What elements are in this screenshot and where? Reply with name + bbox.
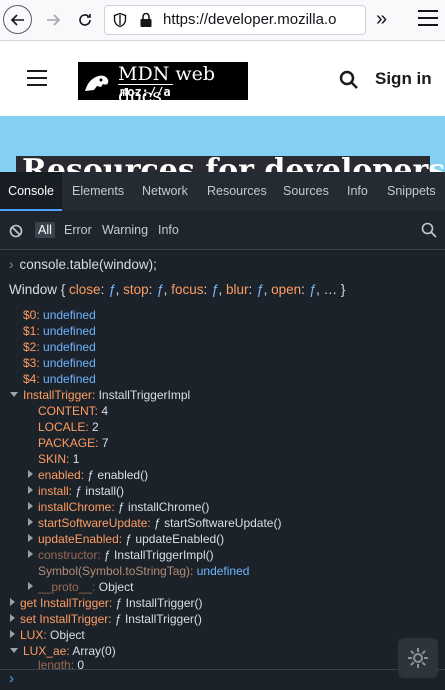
- prompt-caret-icon: ›: [9, 257, 14, 272]
- tree-node-getter[interactable]: get InstallTrigger: ƒ InstallTrigger(): [10, 596, 203, 610]
- filter-error[interactable]: Error: [61, 222, 95, 238]
- expand-triangle-icon[interactable]: [28, 582, 33, 590]
- tab-elements[interactable]: Elements: [72, 172, 124, 211]
- input-chevron-icon: ›: [9, 670, 14, 687]
- logo-sub: moz://a: [118, 84, 173, 99]
- tab-snippets[interactable]: Snippets: [387, 172, 436, 211]
- hero-banner: Resources for developers: [0, 116, 445, 172]
- symbol-line: Symbol(Symbol.toStringTag): undefined: [38, 564, 250, 578]
- dino-logo-icon: [85, 75, 109, 91]
- gear-icon: [408, 648, 428, 668]
- devtools-tabbar: Console Elements Network Resources Sourc…: [0, 172, 445, 212]
- tree-node-method[interactable]: enabled: ƒ enabled(): [28, 468, 148, 482]
- tab-network[interactable]: Network: [142, 172, 188, 211]
- expand-triangle-icon[interactable]: [28, 486, 33, 494]
- sign-in-link[interactable]: Sign in: [375, 69, 432, 89]
- reload-button[interactable]: [70, 5, 100, 35]
- tree-node-method[interactable]: updateEnabled: ƒ updateEnabled(): [28, 532, 224, 546]
- console-input-prompt[interactable]: ›: [0, 669, 445, 690]
- filter-warning[interactable]: Warning: [99, 222, 151, 238]
- expand-triangle-icon[interactable]: [10, 630, 15, 638]
- tab-info[interactable]: Info: [347, 172, 368, 211]
- mdn-logo[interactable]: MDN web docs moz://a: [78, 62, 248, 107]
- lock-icon[interactable]: [139, 12, 153, 28]
- expand-triangle-icon[interactable]: [10, 598, 15, 606]
- forward-button[interactable]: [38, 5, 68, 35]
- property-line: SKIN: 1: [38, 452, 80, 466]
- expand-triangle-icon[interactable]: [28, 534, 33, 542]
- expand-triangle-icon[interactable]: [28, 518, 33, 526]
- tab-console[interactable]: Console: [0, 172, 62, 211]
- tree-node-constructor[interactable]: constructor: ƒ InstallTriggerImpl(): [28, 548, 214, 562]
- var-line: $2: undefined: [23, 340, 96, 354]
- expand-triangle-icon[interactable]: [10, 648, 18, 653]
- menu-icon: [418, 10, 438, 12]
- shield-icon[interactable]: [112, 12, 128, 28]
- tree-node-setter[interactable]: set InstallTrigger: ƒ InstallTrigger(): [10, 612, 202, 626]
- tree-node-lux[interactable]: LUX: Object: [10, 628, 85, 642]
- clear-console-icon[interactable]: [9, 224, 23, 238]
- var-line: $3: undefined: [23, 356, 96, 370]
- reload-icon: [79, 14, 91, 26]
- var-line: $0: undefined: [23, 308, 96, 322]
- mdn-header: MDN web docs moz://a Sign in: [0, 41, 445, 116]
- back-button[interactable]: [3, 5, 32, 34]
- tree-node-method[interactable]: installChrome: ƒ installChrome(): [28, 500, 209, 514]
- expand-triangle-icon[interactable]: [28, 502, 33, 510]
- tree-node-proto[interactable]: __proto__: Object: [28, 580, 133, 594]
- banner-heading: Resources for developers: [22, 153, 445, 172]
- expand-triangle-icon[interactable]: [28, 550, 33, 558]
- forward-icon: [47, 14, 61, 26]
- browser-toolbar: https://developer.mozilla.o »: [0, 0, 445, 41]
- hamburger-icon: [27, 70, 47, 72]
- hamburger-menu-button[interactable]: [27, 70, 47, 91]
- tree-node-lux-ae[interactable]: LUX_ae: Array(0): [10, 644, 116, 658]
- var-line: $1: undefined: [23, 324, 96, 338]
- overflow-button[interactable]: »: [376, 8, 387, 31]
- property-line: PACKAGE: 7: [38, 436, 109, 450]
- tree-node-method[interactable]: install: ƒ install(): [28, 484, 124, 498]
- tree-node-installtrigger[interactable]: InstallTrigger: InstallTriggerImpl: [10, 388, 190, 402]
- tree-node-method[interactable]: startSoftwareUpdate: ƒ startSoftwareUpda…: [28, 516, 281, 530]
- tab-resources[interactable]: Resources: [207, 172, 267, 211]
- devtools-settings-button[interactable]: [398, 638, 438, 678]
- expand-triangle-icon[interactable]: [28, 470, 33, 478]
- property-line: LOCALE: 2: [38, 420, 99, 434]
- property-line: CONTENT: 4: [38, 404, 109, 418]
- url-bar[interactable]: https://developer.mozilla.o: [104, 5, 366, 35]
- console-command: › console.table(window);: [9, 257, 157, 272]
- back-icon: [10, 13, 24, 26]
- filter-all[interactable]: All: [35, 222, 55, 238]
- var-line: $4: undefined: [23, 372, 96, 386]
- console-output: › console.table(window); Window { close: …: [0, 250, 445, 689]
- search-icon[interactable]: [339, 70, 359, 90]
- console-filter-bar: All Error Warning Info: [0, 211, 445, 250]
- url-text[interactable]: https://developer.mozilla.o: [163, 11, 363, 28]
- tab-sources[interactable]: Sources: [283, 172, 329, 211]
- expand-triangle-icon[interactable]: [10, 392, 18, 397]
- menu-button[interactable]: [418, 10, 438, 31]
- filter-search-icon[interactable]: [421, 222, 437, 238]
- overflow-icon: »: [376, 8, 387, 30]
- expand-triangle-icon[interactable]: [10, 614, 15, 622]
- window-summary[interactable]: Window { close: ƒ, stop: ƒ, focus: ƒ, bl…: [9, 282, 345, 297]
- filter-info[interactable]: Info: [155, 222, 182, 238]
